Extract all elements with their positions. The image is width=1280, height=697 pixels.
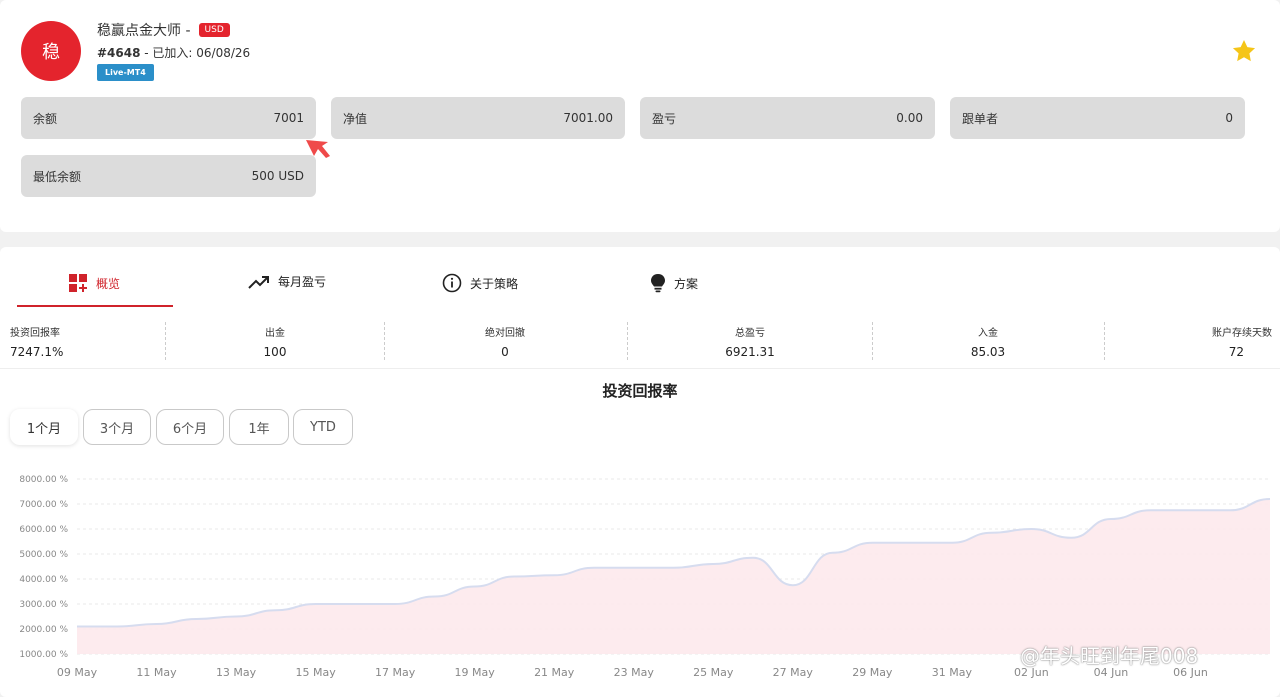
metric-withdrawal: 出金 100 <box>235 324 315 364</box>
profit-label: 盈亏 <box>652 111 677 126</box>
divider <box>872 322 873 360</box>
tab-overview[interactable]: 概览 <box>68 273 120 293</box>
dashboard-icon <box>69 274 87 292</box>
y-tick-label: 8000.00 % <box>19 475 68 485</box>
tab-about-strategy[interactable]: 关于策略 <box>442 273 518 293</box>
profit-box: 盈亏 0.00 <box>640 97 935 139</box>
equity-value: 7001.00 <box>563 111 613 125</box>
active-tab-indicator <box>17 305 173 307</box>
y-tick-label: 2000.00 % <box>19 625 68 635</box>
min-balance-value: 500 USD <box>251 169 304 183</box>
divider <box>627 322 628 360</box>
y-tick-label: 5000.00 % <box>19 550 68 560</box>
tab-monthly-profit[interactable]: 每月盈亏 <box>248 273 326 290</box>
x-tick-label: 31 May <box>932 666 973 679</box>
x-tick-label: 23 May <box>614 666 655 679</box>
platform-badge: Live-MT4 <box>97 64 154 81</box>
metric-value: 0 <box>501 345 509 359</box>
range-1-month-button[interactable]: 1个月 <box>10 409 78 445</box>
balance-value: 7001 <box>273 111 304 125</box>
strategy-title: 稳赢点金大师 - USD <box>97 20 230 40</box>
metric-value: 6921.31 <box>725 345 775 359</box>
metric-label: 出金 <box>265 328 285 339</box>
avatar: 稳 <box>21 21 81 81</box>
range-6-month-button[interactable]: 6个月 <box>156 409 224 445</box>
metric-value: 85.03 <box>970 345 1006 359</box>
divider <box>165 322 166 360</box>
min-balance-box: 最低余额 500 USD <box>21 155 316 197</box>
metric-account-age: 账户存续天数 72 <box>1160 324 1272 364</box>
equity-box: 净值 7001.00 <box>331 97 625 139</box>
chart-title: 投资回报率 <box>602 382 678 400</box>
x-tick-label: 09 May <box>57 666 98 679</box>
metric-value: 100 <box>263 345 287 359</box>
followers-box: 跟单者 0 <box>950 97 1245 139</box>
x-tick-label: 19 May <box>455 666 496 679</box>
metric-value: 7247.1% <box>10 345 64 359</box>
strategy-name: 稳赢点金大师 - <box>97 23 191 39</box>
tab-plans[interactable]: 方案 <box>650 273 698 293</box>
x-tick-label: 25 May <box>693 666 734 679</box>
metric-drawdown: 绝对回撤 0 <box>455 324 555 364</box>
info-icon <box>442 273 462 293</box>
y-tick-label: 6000.00 % <box>19 525 68 535</box>
followers-value: 0 <box>1225 111 1233 125</box>
account-info: #4648 - 已加入: 06/08/26 <box>97 44 250 61</box>
x-tick-label: 29 May <box>852 666 893 679</box>
tab-label: 概览 <box>96 276 121 291</box>
x-tick-label: 27 May <box>773 666 814 679</box>
tab-label: 每月盈亏 <box>278 275 327 289</box>
x-tick-label: 11 May <box>136 666 177 679</box>
range-1-year-button[interactable]: 1年 <box>229 409 289 445</box>
metric-total-profit: 总盈亏 6921.31 <box>700 324 800 364</box>
currency-badge: USD <box>198 23 230 37</box>
metric-label: 投资回报率 <box>10 328 60 339</box>
x-tick-label: 17 May <box>375 666 416 679</box>
x-tick-label: 15 May <box>295 666 336 679</box>
balance-label: 余额 <box>33 111 58 126</box>
profit-value: 0.00 <box>896 111 923 125</box>
metric-roi: 投资回报率 7247.1% <box>10 324 63 364</box>
divider <box>384 322 385 360</box>
metric-label: 总盈亏 <box>735 328 765 339</box>
range-ytd-button[interactable]: YTD <box>293 409 353 445</box>
annotation-arrow-icon <box>306 140 330 158</box>
tab-label: 关于策略 <box>470 276 519 291</box>
y-tick-label: 1000.00 % <box>19 650 68 660</box>
account-number: #4648 <box>97 46 141 60</box>
watermark: @年头旺到年尾008 <box>1020 644 1199 668</box>
separator <box>0 368 1280 369</box>
followers-label: 跟单者 <box>962 111 999 126</box>
x-tick-label: 21 May <box>534 666 575 679</box>
y-tick-label: 7000.00 % <box>19 500 68 510</box>
min-balance-label: 最低余额 <box>33 169 82 184</box>
balance-box: 余额 7001 <box>21 97 316 139</box>
range-3-month-button[interactable]: 3个月 <box>83 409 151 445</box>
trend-up-icon <box>248 275 269 289</box>
equity-label: 净值 <box>343 111 368 126</box>
metric-label: 账户存续天数 <box>1212 328 1272 339</box>
tab-label: 方案 <box>674 276 699 291</box>
roi-area <box>77 499 1270 654</box>
metric-value: 72 <box>1228 345 1244 359</box>
y-tick-label: 3000.00 % <box>19 600 68 610</box>
metric-label: 绝对回撤 <box>485 328 525 339</box>
lightbulb-icon <box>651 274 665 293</box>
x-tick-label: 13 May <box>216 666 257 679</box>
divider <box>1104 322 1105 360</box>
y-tick-label: 4000.00 % <box>19 575 68 585</box>
star-icon[interactable] <box>1231 38 1257 64</box>
account-card: 稳 稳赢点金大师 - USD #4648 - 已加入: 06/08/26 Liv… <box>0 0 1280 232</box>
metric-label: 入金 <box>978 328 998 339</box>
joined-date: - 已加入: 06/08/26 <box>140 46 251 60</box>
metric-deposit: 入金 85.03 <box>938 324 1038 364</box>
